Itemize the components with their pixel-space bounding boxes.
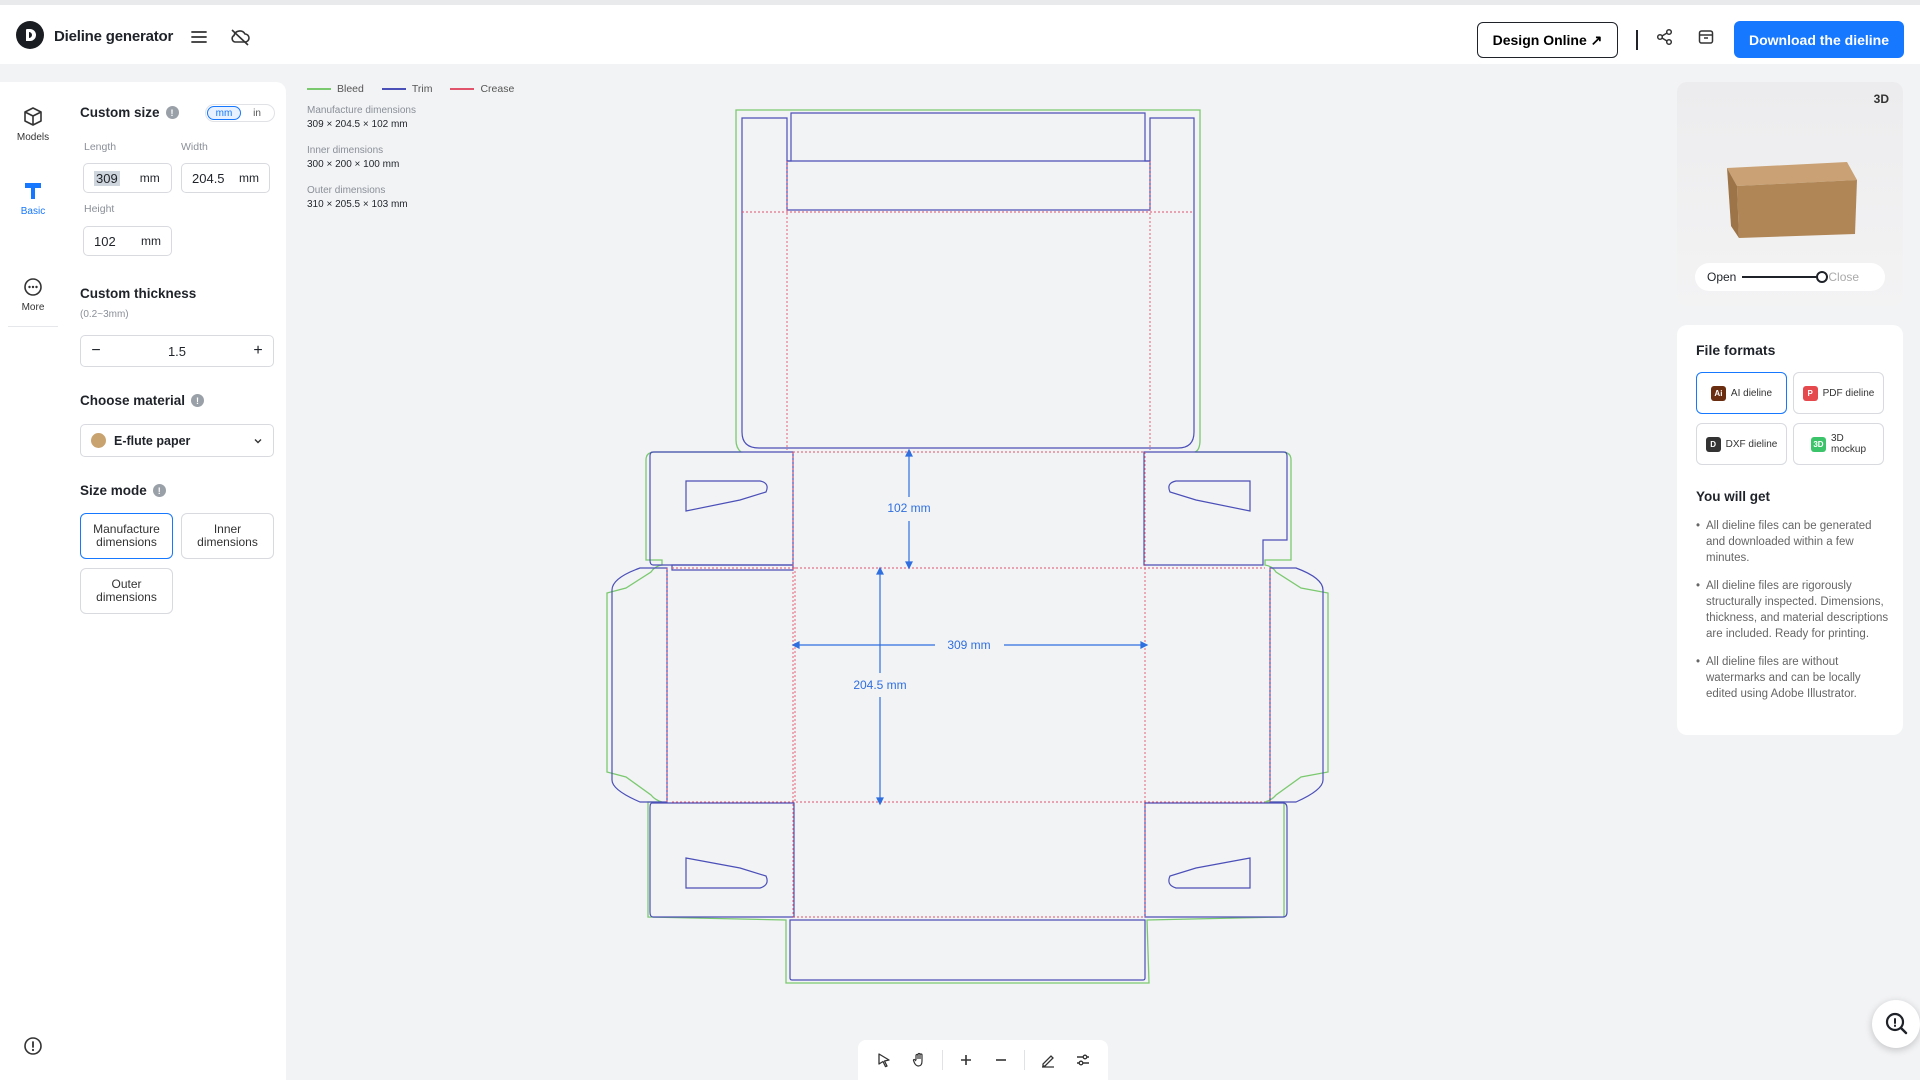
toolbar-divider [1023,1050,1025,1070]
benefits-list: All dieline files can be generated and d… [1696,518,1892,714]
pointer-icon[interactable] [872,1048,896,1072]
dieline-canvas[interactable]: 102 mm 309 mm 204.5 mm [0,0,1920,1080]
canvas-toolbar [858,1040,1108,1080]
close-label: Close [1828,270,1860,284]
zoom-out-icon[interactable] [989,1048,1013,1072]
format-label: DXF dieline [1725,438,1778,450]
box-preview-image [1727,162,1857,238]
3d-badge[interactable]: 3D [1874,92,1889,106]
length-dimension-label: 309 mm [947,638,990,652]
height-dimension-label: 102 mm [887,501,930,515]
slider-knob[interactable] [1816,271,1829,283]
3d-preview[interactable]: 3D Open Close [1677,82,1903,306]
ai-file-icon: Ai [1710,385,1726,401]
ai-dieline-button[interactable]: Ai AI dieline [1696,372,1787,414]
open-close-slider[interactable]: Open Close [1695,263,1885,291]
format-label: 3D mockup [1830,433,1866,455]
file-formats-panel: File formats Ai AI dieline P PDF dieline… [1677,325,1903,735]
dxf-file-icon: D [1705,436,1721,452]
zoom-in-icon[interactable] [954,1048,978,1072]
dimension-arrows [791,448,1149,806]
mockup-file-icon: 3D [1810,436,1826,452]
trim-lines [611,112,1324,981]
toolbar-divider [941,1050,943,1070]
open-label: Open [1707,270,1737,284]
slider-track[interactable] [1742,271,1829,283]
pdf-file-icon: P [1802,385,1818,401]
format-label: PDF dieline [1822,387,1875,399]
3d-mockup-button[interactable]: 3D 3D mockup [1793,423,1884,465]
help-search-icon[interactable] [1872,1000,1920,1048]
benefit-item: All dieline files can be generated and d… [1696,518,1892,566]
width-dimension-label: 204.5 mm [853,678,906,692]
benefit-item: All dieline files are rigorously structu… [1696,578,1892,642]
file-formats-title: File formats [1696,342,1776,358]
dxf-dieline-button[interactable]: D DXF dieline [1696,423,1787,465]
format-label: AI dieline [1730,387,1773,399]
pdf-dieline-button[interactable]: P PDF dieline [1793,372,1884,414]
edit-icon[interactable] [1036,1048,1060,1072]
hand-icon[interactable] [907,1048,931,1072]
you-will-get-title: You will get [1696,489,1770,504]
benefit-item: All dieline files are without watermarks… [1696,654,1892,702]
sliders-icon[interactable] [1071,1048,1095,1072]
bleed-lines [606,109,1329,984]
